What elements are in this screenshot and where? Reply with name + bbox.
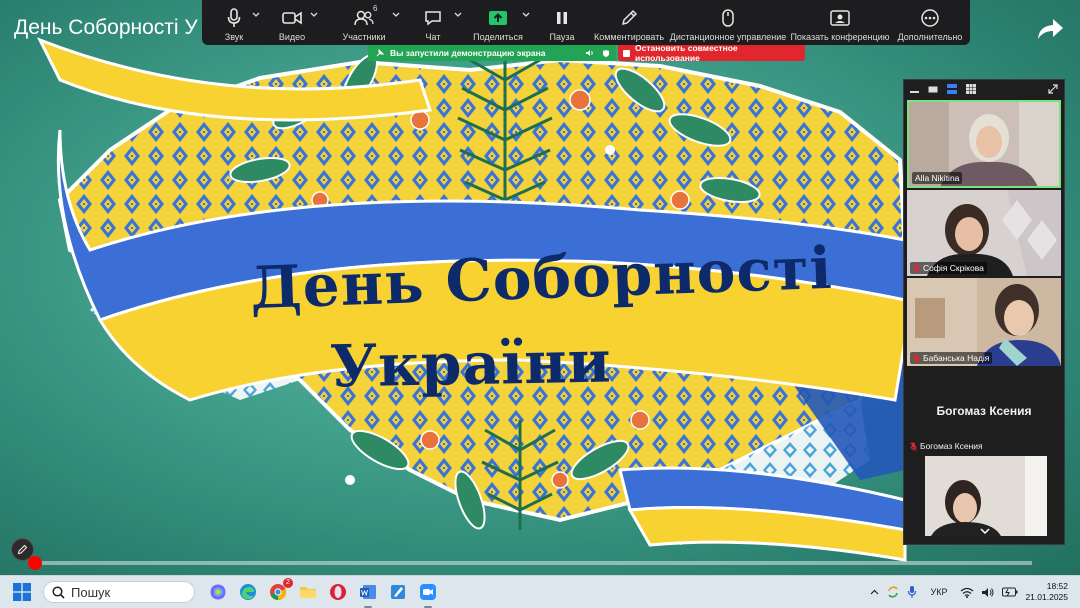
chevron-down-icon[interactable] [980, 528, 990, 534]
pencil-icon [17, 544, 28, 555]
participant-name: Богомаз Ксения [920, 441, 983, 451]
pin-icon[interactable] [376, 49, 384, 57]
taskbar-opera[interactable] [326, 580, 350, 604]
stop-sharing-label: Остановить совместное использование [635, 43, 738, 63]
participant-tile[interactable]: Богомаз Ксения Богомаз Ксения [907, 368, 1061, 540]
taskbar-word[interactable] [356, 580, 380, 608]
chevron-down-icon[interactable] [454, 12, 462, 18]
speaker-view-icon[interactable] [947, 84, 957, 94]
taskbar-zoom[interactable] [416, 580, 440, 608]
pause-share-button[interactable]: Пауза [534, 0, 590, 45]
clock-date: 21.01.2025 [1025, 592, 1068, 602]
chevron-down-icon[interactable] [252, 12, 260, 18]
chevron-up-icon[interactable] [870, 589, 879, 595]
minimize-icon[interactable] [910, 85, 919, 94]
shield-icon[interactable] [602, 49, 610, 58]
chevron-down-icon[interactable] [522, 12, 530, 18]
taskbar-edge[interactable] [236, 580, 260, 604]
audio-button[interactable]: Звук [208, 0, 260, 45]
microphone-icon[interactable] [907, 585, 917, 599]
system-tray: УКР 18:52 21.01.2025 [870, 581, 1080, 603]
taskbar-chrome[interactable]: 2 [266, 578, 293, 604]
participants-button[interactable]: 6 Участники [324, 0, 404, 45]
taskbar-paint[interactable] [386, 580, 410, 604]
battery-icon[interactable] [1002, 587, 1018, 597]
participant-display-name: Богомаз Ксения [936, 404, 1032, 418]
participants-icon [354, 10, 374, 26]
search-placeholder: Пошук [71, 584, 111, 600]
pencil-icon [621, 9, 638, 26]
stop-sharing-button[interactable]: Остановить совместное использование [618, 43, 805, 63]
stop-icon [623, 49, 630, 57]
participant-name: Бабанська Надія [923, 353, 990, 363]
grid-view-icon[interactable] [966, 84, 976, 94]
participant-tile[interactable]: Софія Скрікова [907, 190, 1061, 276]
share-arrow-icon[interactable] [1036, 16, 1064, 42]
taskbar-file-explorer[interactable] [296, 580, 320, 604]
microphone-icon [227, 8, 241, 27]
volume-icon[interactable] [981, 587, 995, 598]
sync-icon[interactable] [886, 585, 900, 599]
participant-name: Alla Nikitina [915, 173, 960, 183]
annotation-pen-button[interactable] [11, 538, 34, 561]
zoom-app-icon [420, 584, 436, 600]
remote-control-button[interactable]: Дистанционное управление [668, 0, 788, 45]
single-view-icon[interactable] [928, 85, 938, 94]
edge-icon [240, 584, 256, 600]
chevron-down-icon[interactable] [310, 12, 318, 18]
share-screen-icon [489, 11, 507, 25]
participant-count: 6 [373, 4, 378, 13]
input-language[interactable]: УКР [930, 587, 947, 597]
chat-icon [425, 11, 441, 26]
taskbar-search[interactable]: Пошук [43, 581, 195, 603]
chat-button[interactable]: Чат [404, 0, 462, 45]
clock[interactable]: 18:52 21.01.2025 [1025, 581, 1068, 603]
copilot-icon [210, 584, 226, 600]
video-camera-icon [282, 11, 302, 25]
participant-name: Софія Скрікова [923, 263, 984, 273]
opera-icon [330, 584, 346, 600]
chevron-down-icon[interactable] [392, 12, 400, 18]
video-title: День Соборності У [14, 16, 198, 39]
video-button[interactable]: Видео [260, 0, 324, 45]
notification-badge: 2 [283, 578, 293, 588]
self-camera-thumbnail [925, 456, 1047, 536]
search-icon [52, 585, 65, 599]
more-button[interactable]: Дополнительно [892, 0, 968, 45]
mouse-icon [722, 9, 734, 27]
taskbar-copilot[interactable] [206, 580, 230, 604]
clock-time: 18:52 [1046, 581, 1068, 591]
windows-logo-icon [13, 583, 31, 601]
paint-icon [391, 585, 405, 599]
expand-icon[interactable] [1048, 84, 1058, 94]
start-button[interactable] [10, 580, 34, 604]
muted-microphone-icon [913, 263, 920, 273]
participant-panel: Alla Nikitina Софія Скрікова Бабанська Н… [903, 79, 1065, 545]
pause-icon [557, 12, 567, 24]
wifi-icon[interactable] [960, 587, 974, 598]
share-screen-button[interactable]: Поделиться [462, 0, 534, 45]
speaker-icon[interactable] [585, 49, 594, 57]
meeting-toolbar: Звук Видео 6 Участники Чат Поделиться Па… [202, 0, 970, 45]
participant-tile[interactable]: Бабанська Надія [907, 278, 1061, 366]
participant-tile[interactable]: Alla Nikitina [907, 100, 1061, 188]
word-icon [360, 585, 376, 599]
muted-microphone-icon [913, 353, 920, 363]
annotate-button[interactable]: Комментировать [590, 0, 668, 45]
sharing-status-text: Вы запустили демонстрацию экрана [390, 48, 546, 58]
muted-microphone-icon [910, 441, 917, 451]
panel-view-controls [904, 80, 1064, 98]
banner-title-line2: України [329, 327, 613, 401]
windows-taskbar: Пошук 2 УКР 18:52 21.01.2025 [0, 575, 1080, 608]
more-icon [921, 9, 939, 27]
sharing-status-banner: Вы запустили демонстрацию экрана [368, 45, 616, 61]
video-progress-bar[interactable] [28, 556, 1032, 570]
folder-icon [300, 587, 316, 598]
show-meeting-button[interactable]: Показать конференцию [788, 0, 892, 45]
show-meeting-icon [830, 10, 850, 26]
